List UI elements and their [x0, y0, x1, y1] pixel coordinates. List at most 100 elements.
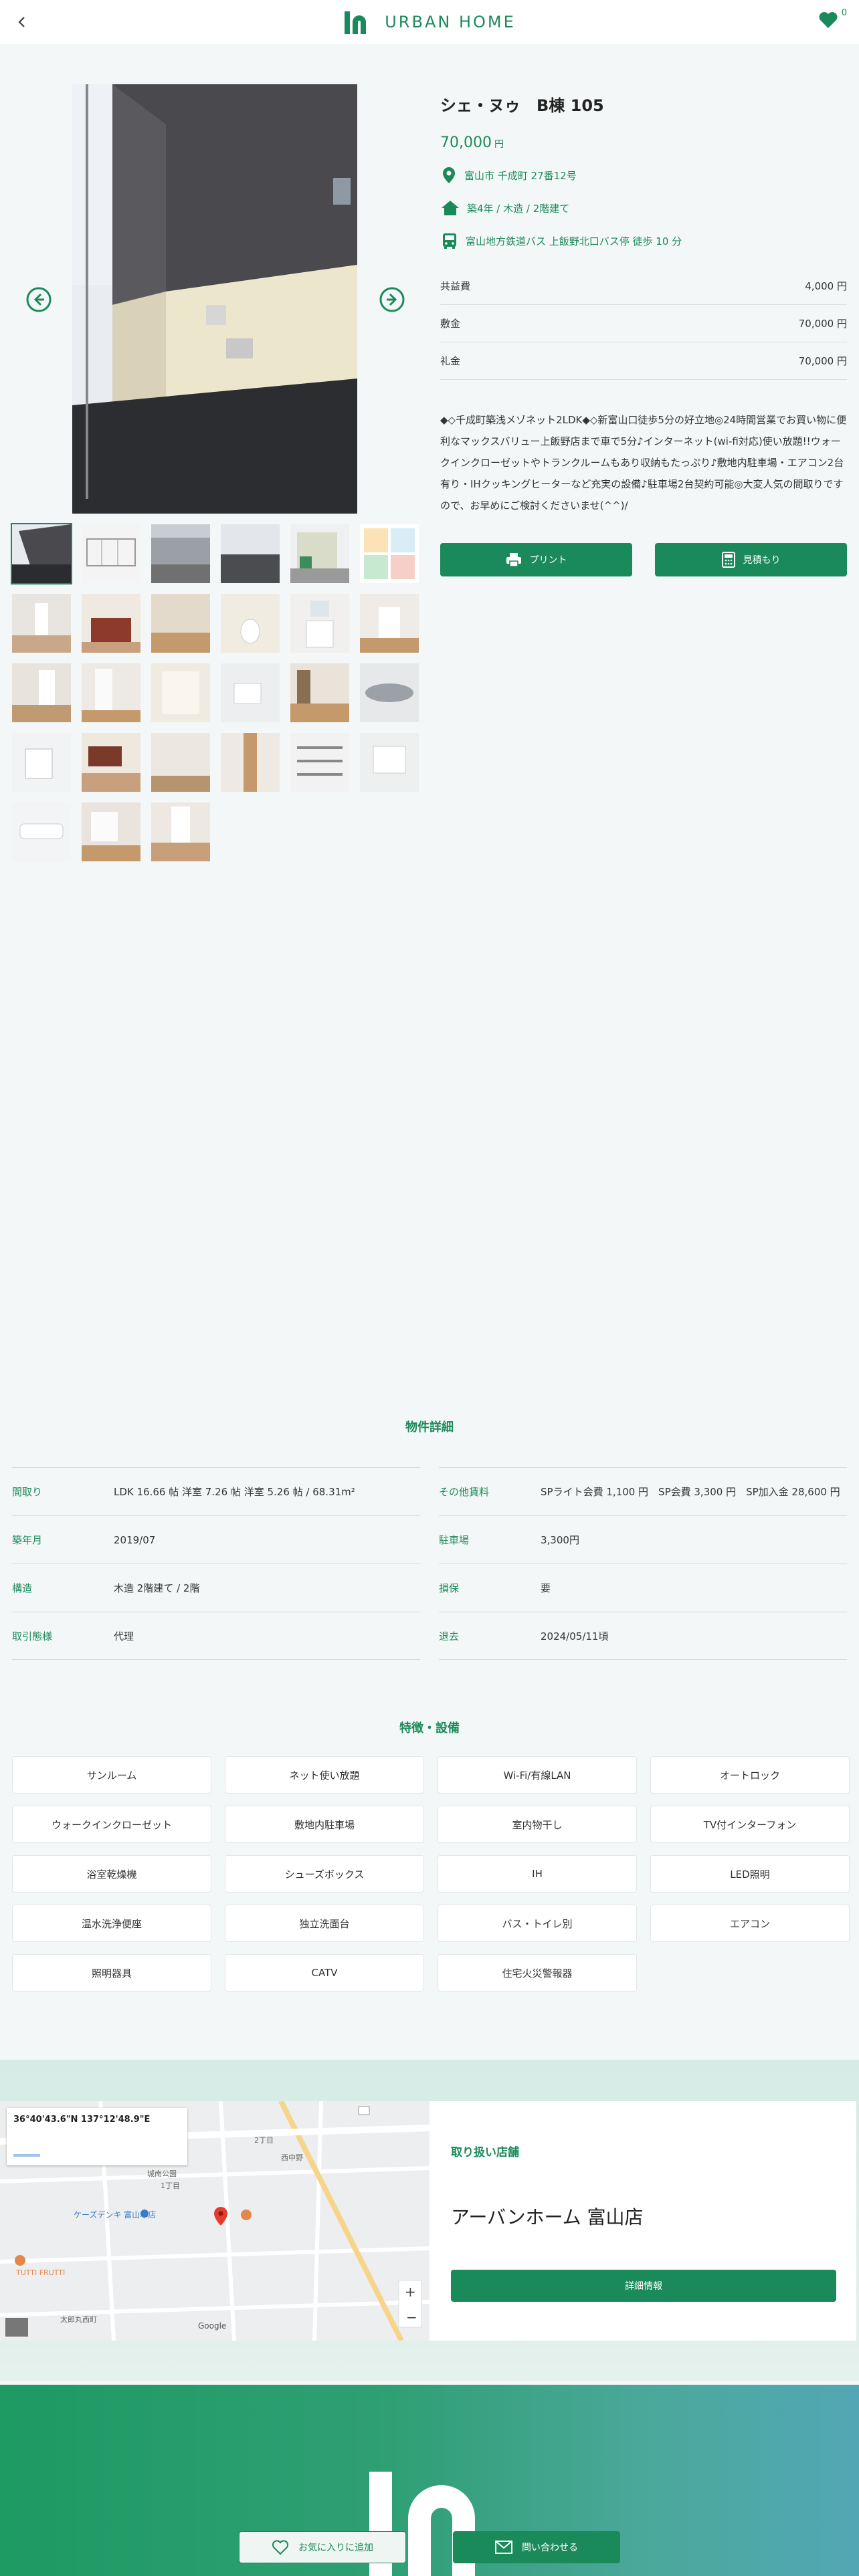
thumbnail[interactable] [290, 524, 349, 583]
fee-label: 敷金 [440, 318, 461, 330]
feature-chip: オートロック [650, 1756, 850, 1794]
thumbnail[interactable] [82, 663, 140, 722]
fee-list: 共益費 4,000 円 敷金 70,000 円 礼金 70,000 円 [440, 267, 847, 380]
map-label: 城南公園 [147, 2169, 177, 2178]
thumbnail[interactable] [221, 663, 280, 722]
feature-chip: ネット使い放題 [225, 1756, 424, 1794]
feature-chip: 温水洗浄便座 [12, 1905, 211, 1942]
thumbnail[interactable] [360, 594, 419, 653]
thumbnail[interactable] [151, 524, 210, 583]
thumbnail[interactable] [11, 523, 72, 584]
thumbnail[interactable] [151, 663, 210, 722]
location-map[interactable]: 2丁目 西中野 城南公園 1丁目 太郎丸西町 ケーズデンキ 富山本店 TUTTI… [0, 2101, 430, 2341]
thumbnail[interactable] [82, 594, 140, 653]
feature-chip: CATV [225, 1954, 424, 1992]
spec-row: 退去 2024/05/11頃 [439, 1612, 847, 1660]
fee-row-key-money: 礼金 70,000 円 [440, 342, 847, 380]
thumbnail[interactable] [221, 524, 280, 583]
estimate-button[interactable]: 見積もり [655, 543, 847, 576]
feature-chip: サンルーム [12, 1756, 211, 1794]
house-icon [442, 201, 459, 215]
spec-label: 駐車場 [439, 1534, 470, 1546]
feature-chip: IH [438, 1855, 637, 1893]
feature-chip: 敷地内駐車場 [225, 1806, 424, 1843]
spec-label: 取引態様 [12, 1630, 53, 1642]
thumbnail[interactable] [221, 594, 280, 653]
feature-chip: 室内物干し [438, 1806, 637, 1843]
thumbnail[interactable] [12, 733, 71, 792]
spec-value: 要 [541, 1582, 551, 1594]
spec-value: 3,300円 [541, 1534, 579, 1546]
spec-value: LDK 16.66 帖 洋室 7.26 帖 洋室 5.26 帖 / 68.31m… [114, 1486, 355, 1498]
spec-label: 損保 [439, 1582, 460, 1594]
action-buttons: プリント 見積もり [440, 543, 847, 576]
map-pin-icon [443, 167, 455, 183]
bottom-action-bar: お気に入りに追加 問い合わせる [0, 2518, 859, 2576]
back-chevron-icon[interactable] [11, 11, 33, 33]
thumbnail[interactable] [290, 594, 349, 653]
map-label: 1丁目 [161, 2181, 180, 2190]
address-line: 富山市 千成町 27番12号 [440, 166, 847, 185]
fee-value: 70,000 円 [798, 318, 847, 330]
thumbnail[interactable] [82, 524, 140, 583]
address-text[interactable]: 富山市 千成町 27番12号 [464, 169, 577, 183]
spec-label: 退去 [439, 1630, 460, 1642]
contact-label: 問い合わせる [522, 2543, 578, 2553]
bus-icon [443, 233, 456, 249]
print-button[interactable]: プリント [440, 543, 632, 576]
thumbnail[interactable] [12, 594, 71, 653]
prev-photo-arrow-icon[interactable] [25, 286, 52, 313]
spec-row: 構造 木造 2階建て / 2階 [12, 1564, 420, 1612]
thumbnail[interactable] [151, 594, 210, 653]
spec-value: SPライト会費 1,100 円 SP会費 3,300 円 SP加入金 28,60… [541, 1486, 840, 1498]
feature-chip: エアコン [650, 1905, 850, 1942]
thumbnail[interactable] [151, 802, 210, 861]
calculator-icon [721, 552, 735, 568]
thumbnail[interactable] [151, 733, 210, 792]
next-photo-arrow-icon[interactable] [379, 286, 405, 313]
thumbnail[interactable] [221, 733, 280, 792]
shop-card: 取り扱い店舗 アーバンホーム 富山店 詳細情報 [430, 2101, 856, 2341]
features-title: 特徴・設備 [399, 1721, 460, 1735]
feature-chip: 独立洗面台 [225, 1905, 424, 1942]
specs-title: 物件詳細 [405, 1420, 454, 1434]
fee-label: 共益費 [440, 280, 471, 292]
map-label: 太郎丸西町 [60, 2315, 97, 2324]
specs-left: 間取り LDK 16.66 帖 洋室 7.26 帖 洋室 5.26 帖 / 68.… [12, 1467, 420, 1660]
favorites-heart-icon[interactable]: 0 [818, 8, 847, 33]
thumbnail[interactable] [290, 663, 349, 722]
thumbnail[interactable] [360, 524, 419, 583]
shop-name: アーバンホーム 富山店 [451, 2206, 644, 2228]
feature-chip: 浴室乾燥機 [12, 1855, 211, 1893]
spec-value: 木造 2階建て / 2階 [114, 1582, 200, 1594]
shop-detail-button[interactable]: 詳細情報 [451, 2270, 836, 2302]
thumbnail[interactable] [290, 733, 349, 792]
map-zoom-out-icon[interactable]: − [406, 2309, 417, 2325]
thumbnail[interactable] [12, 802, 71, 861]
add-favorite-label: お気に入りに追加 [298, 2543, 373, 2553]
spec-label: 間取り [12, 1486, 43, 1498]
fee-value: 70,000 円 [798, 355, 847, 367]
spec-row: 駐車場 3,300円 [439, 1515, 847, 1564]
estimate-label: 見積もり [743, 555, 781, 566]
feature-chip: ウォークインクローゼット [12, 1806, 211, 1843]
map-zoom-in-icon[interactable]: + [405, 2284, 416, 2300]
spec-row: 取引態様 代理 [12, 1612, 420, 1660]
fee-value: 4,000 円 [805, 280, 847, 292]
rent-price: 70,000 円 [440, 134, 847, 151]
map-coords-link[interactable] [13, 2154, 40, 2157]
print-label: プリント [529, 555, 567, 566]
thumbnail[interactable] [360, 663, 419, 722]
thumbnail[interactable] [360, 733, 419, 792]
thumbnail[interactable] [12, 663, 71, 722]
thumbnail[interactable] [82, 733, 140, 792]
fee-row-common: 共益費 4,000 円 [440, 267, 847, 305]
logo[interactable]: URBAN HOME [343, 9, 516, 35]
map-label: TUTTI FRUTTI [15, 2268, 65, 2277]
heart-outline-icon [272, 2540, 289, 2555]
thumbnail[interactable] [82, 802, 140, 861]
contact-button[interactable]: 問い合わせる [453, 2531, 620, 2563]
mail-icon [495, 2541, 512, 2554]
add-favorite-button[interactable]: お気に入りに追加 [239, 2531, 406, 2563]
price-value: 70,000 [440, 134, 492, 151]
